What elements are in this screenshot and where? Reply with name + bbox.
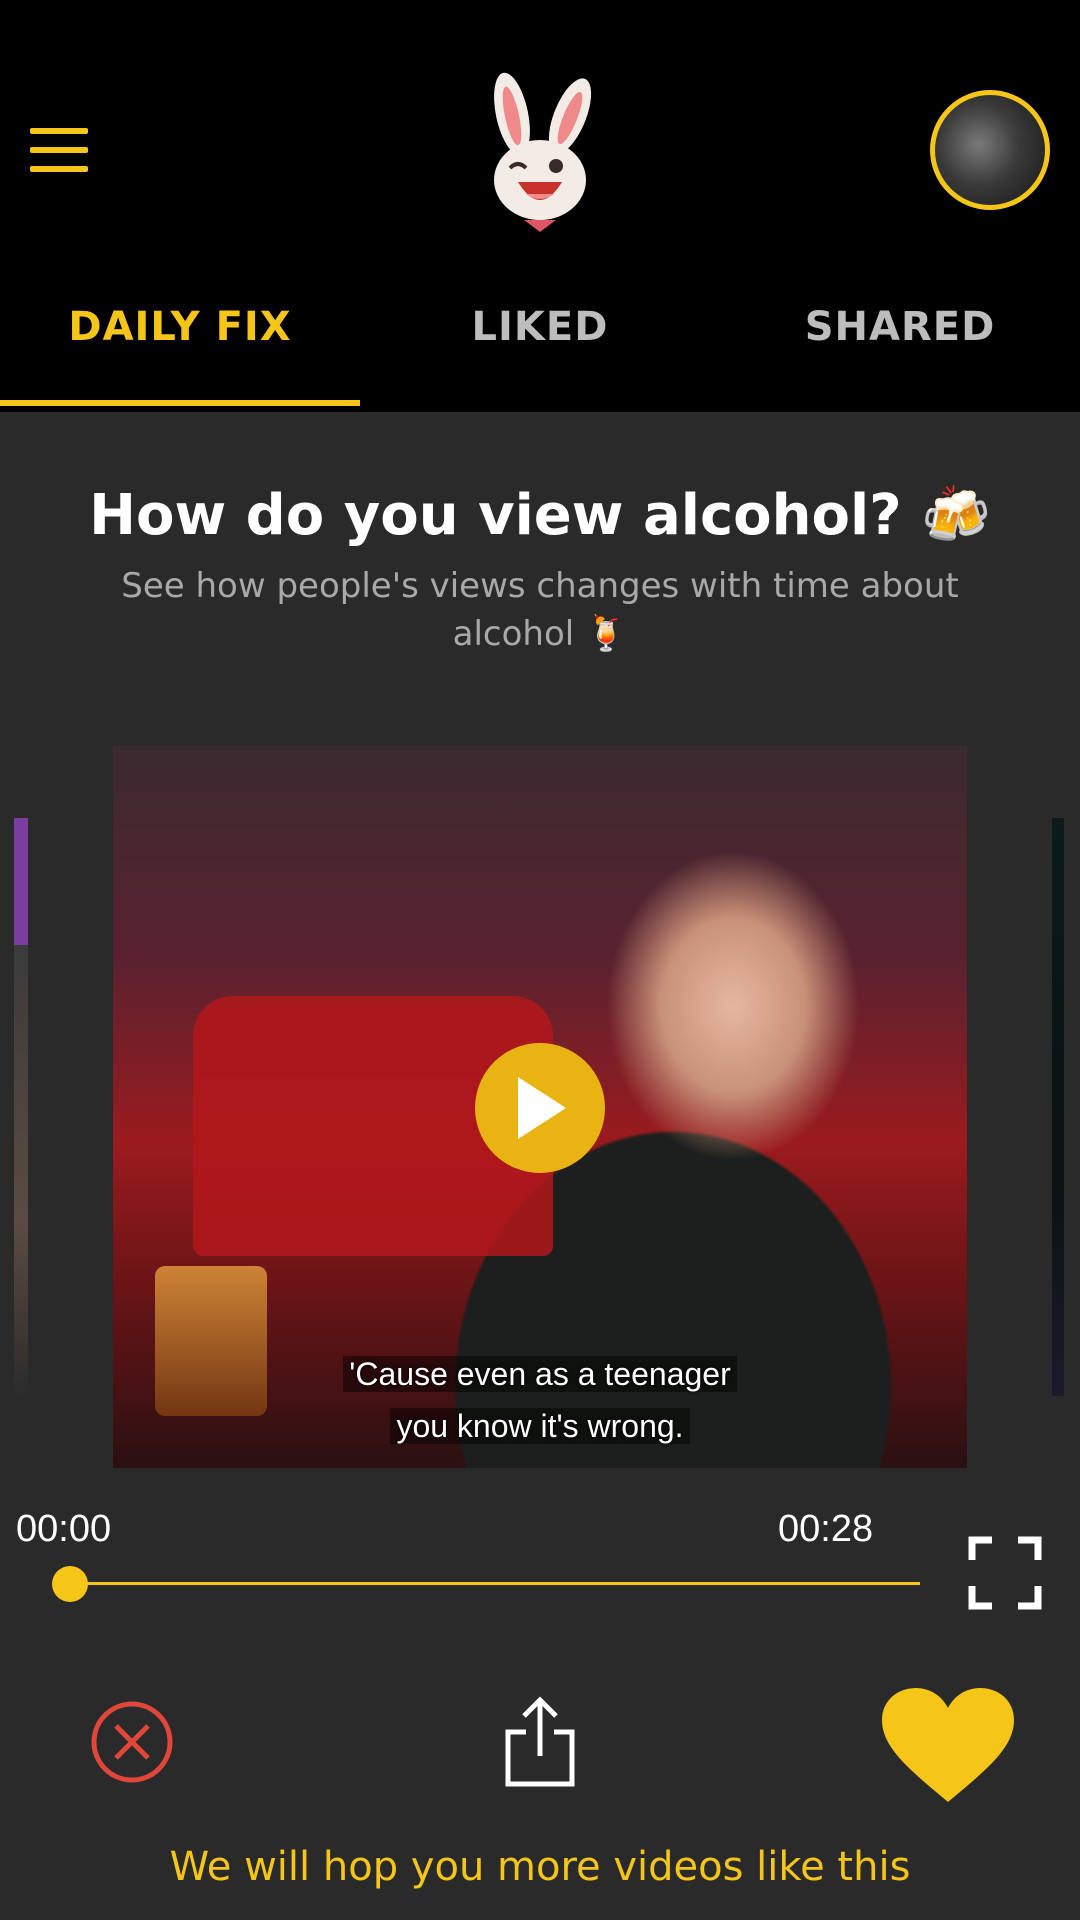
tab-bar: DAILY FIX LIKED SHARED	[0, 290, 1080, 412]
bunny-logo-icon	[494, 72, 592, 232]
close-circle-icon[interactable]	[90, 1700, 174, 1784]
previous-card-peek[interactable]	[14, 818, 28, 1396]
play-icon	[518, 1077, 566, 1139]
seek-thumb[interactable]	[52, 1566, 88, 1602]
card-subtitle: See how people's views changes with time…	[121, 566, 959, 654]
play-button[interactable]	[475, 1043, 605, 1173]
next-card-peek[interactable]	[1052, 818, 1064, 1396]
tab-daily-fix[interactable]: DAILY FIX	[0, 290, 360, 412]
total-time: 00:28	[778, 1508, 874, 1550]
caption-line-1: 'Cause even as a teenager	[343, 1356, 737, 1392]
feedback-message: We will hop you more videos like this	[169, 1844, 911, 1890]
heart-icon[interactable]	[880, 1686, 1016, 1804]
current-time: 00:00	[16, 1508, 112, 1550]
share-icon[interactable]	[500, 1694, 580, 1790]
hamburger-menu-icon[interactable]	[30, 128, 88, 172]
card-title: How do you view alcohol? 🍻	[89, 483, 991, 548]
user-avatar[interactable]	[930, 90, 1050, 210]
fullscreen-icon[interactable]	[968, 1536, 1042, 1610]
tab-liked[interactable]: LIKED	[360, 290, 720, 412]
top-bar: DAILY FIX LIKED SHARED	[0, 0, 1080, 412]
video-caption: 'Cause even as a teenager you know it's …	[113, 1348, 967, 1452]
seek-bar[interactable]	[70, 1582, 920, 1585]
tab-shared[interactable]: SHARED	[720, 290, 1080, 412]
caption-line-2: you know it's wrong.	[390, 1408, 690, 1444]
